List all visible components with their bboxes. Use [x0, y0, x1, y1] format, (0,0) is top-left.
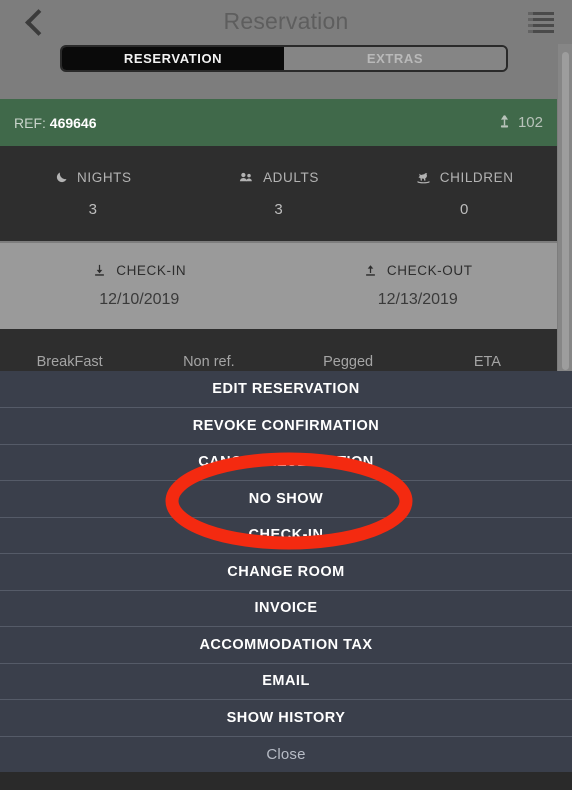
checkout-value: 12/13/2019: [377, 291, 458, 308]
action-email[interactable]: EMAIL: [0, 662, 572, 700]
action-no-show[interactable]: NO SHOW: [0, 480, 572, 517]
action-revoke-confirmation[interactable]: REVOKE CONFIRMATION: [0, 407, 572, 444]
stat-children-value: 0: [460, 200, 469, 218]
checkin-block: CHECK-IN 12/10/2019: [0, 243, 279, 329]
bottom-bar: [0, 772, 572, 790]
rocking-horse-icon: [417, 172, 430, 183]
stat-adults-head: ADULTS: [238, 170, 319, 185]
action-accommodation-tax[interactable]: ACCOMMODATION TAX: [0, 626, 572, 663]
stats-band: NIGHTS 3 ADULTS 3 CHILDREN 0: [0, 146, 557, 241]
tab-reservation[interactable]: RESERVATION: [62, 47, 284, 70]
stat-nights-label: NIGHTS: [77, 169, 132, 185]
scrollbar-thumb[interactable]: [562, 52, 569, 370]
stat-children: CHILDREN 0: [371, 146, 557, 241]
action-edit-reservation[interactable]: EDIT RESERVATION: [0, 371, 572, 408]
list-icon: [528, 11, 554, 33]
checkout-block: CHECK-OUT 12/13/2019: [279, 243, 558, 329]
download-arrow-icon: [95, 264, 105, 276]
moon-icon: [56, 172, 67, 182]
action-sheet: EDIT RESERVATION REVOKE CONFIRMATION CAN…: [0, 370, 572, 773]
ref-prefix: REF:: [14, 114, 46, 131]
action-invoice[interactable]: INVOICE: [0, 589, 572, 627]
stat-children-head: CHILDREN: [415, 170, 514, 185]
room-indicator: 102: [496, 114, 543, 131]
checkout-label: CHECK-OUT: [386, 263, 473, 278]
dates-band: CHECK-IN 12/10/2019 CHECK-OUT 12/13/2019: [0, 243, 557, 329]
room-number: 102: [517, 114, 543, 131]
checkout-head: CHECK-OUT: [363, 263, 473, 278]
checkin-value: 12/10/2019: [99, 291, 180, 308]
stat-children-label: CHILDREN: [439, 169, 514, 185]
stat-adults: ADULTS 3: [186, 146, 372, 241]
stat-nights-value: 3: [88, 200, 97, 218]
action-change-room[interactable]: CHANGE ROOM: [0, 553, 572, 590]
ref-value: 469646: [49, 114, 97, 131]
action-show-history[interactable]: SHOW HISTORY: [0, 699, 572, 736]
reference-bar: REF: 469646 102: [0, 99, 557, 146]
upload-arrow-icon: [366, 265, 375, 276]
stat-adults-value: 3: [274, 200, 283, 218]
stat-nights-head: NIGHTS: [54, 170, 132, 185]
tab-extras[interactable]: EXTRAS: [284, 47, 506, 70]
action-close[interactable]: Close: [0, 735, 572, 773]
tab-segmented-control[interactable]: RESERVATION EXTRAS: [60, 45, 508, 72]
reservation-screen: Reservation RESERVATION EXTRAS REF: 4696…: [0, 0, 572, 790]
checkin-label: CHECK-IN: [116, 263, 187, 278]
app-header: Reservation: [0, 0, 572, 44]
action-cancel-reservation[interactable]: CANCEL RESERVATION: [0, 443, 572, 481]
list-menu-button[interactable]: [524, 6, 558, 38]
checkin-head: CHECK-IN: [92, 263, 186, 278]
page-title: Reservation: [223, 8, 349, 34]
bed-lamp-icon: [500, 115, 509, 128]
stat-adults-label: ADULTS: [263, 169, 319, 185]
action-check-in[interactable]: CHECK-IN: [0, 516, 572, 554]
stat-nights: NIGHTS 3: [0, 146, 186, 241]
adults-icon: [240, 172, 252, 181]
reference-label: REF: 469646: [14, 115, 97, 131]
